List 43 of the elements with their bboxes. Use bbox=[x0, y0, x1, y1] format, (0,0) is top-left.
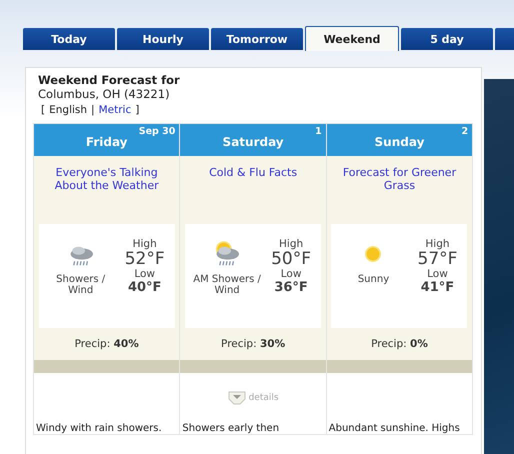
day-name: Saturday bbox=[222, 135, 284, 149]
summary-text: Showers early then bbox=[182, 423, 280, 434]
high-temp: 50°F bbox=[271, 250, 312, 268]
low-label: Low bbox=[427, 268, 448, 280]
day-date: 1 bbox=[315, 126, 322, 137]
forecast-title: Weekend Forecast for bbox=[37, 73, 181, 87]
low-temp: 41°F bbox=[420, 280, 454, 295]
article-link[interactable]: Cold & Flu Facts bbox=[194, 166, 312, 224]
article-link[interactable]: Everyone's Talking About the Weather bbox=[48, 166, 166, 224]
summary-text: Abundant sunshine. Highs bbox=[328, 423, 461, 434]
high-label: High bbox=[425, 238, 450, 250]
condition-text: Sunny bbox=[358, 274, 390, 285]
bracket: [ bbox=[41, 104, 46, 116]
day-date: Sep 30 bbox=[138, 126, 176, 137]
high-label: High bbox=[132, 238, 157, 250]
low-label: Low bbox=[134, 268, 156, 280]
high-label: High bbox=[279, 238, 304, 250]
location-text: Columbus, OH (43221) bbox=[37, 87, 171, 101]
condition-text: AM Showers / Wind bbox=[192, 274, 262, 296]
bracket: ] bbox=[135, 104, 140, 116]
low-temp: 36°F bbox=[274, 280, 308, 295]
condition-text: Showers / Wind bbox=[55, 274, 106, 296]
day-name: Friday bbox=[86, 135, 128, 149]
metric-link[interactable]: Metric bbox=[98, 104, 132, 116]
high-temp: 57°F bbox=[418, 250, 458, 268]
tab[interactable]: Hourly bbox=[117, 28, 209, 50]
day-date: 2 bbox=[462, 126, 468, 137]
precip-text: Precip: 30% bbox=[221, 337, 286, 352]
tab[interactable]: 5 day bbox=[401, 28, 493, 50]
tab[interactable]: Weekend bbox=[305, 26, 399, 51]
low-temp: 40°F bbox=[128, 280, 162, 295]
tab[interactable]: Today bbox=[23, 28, 115, 50]
chevron-down-icon bbox=[228, 391, 246, 405]
precip-text: Precip: 0% bbox=[371, 337, 428, 352]
article-link[interactable]: Forecast for Greener Grass bbox=[340, 166, 458, 224]
tab[interactable]: Tomorrow bbox=[211, 28, 303, 50]
high-temp: 52°F bbox=[124, 250, 165, 268]
low-label: Low bbox=[280, 268, 302, 280]
precip-text: Precip: 40% bbox=[74, 337, 139, 352]
day-name: Sunday bbox=[374, 135, 424, 149]
summary-text: Windy with rain showers. bbox=[36, 423, 163, 434]
separator: | bbox=[91, 104, 95, 116]
english-option: English bbox=[49, 104, 88, 116]
